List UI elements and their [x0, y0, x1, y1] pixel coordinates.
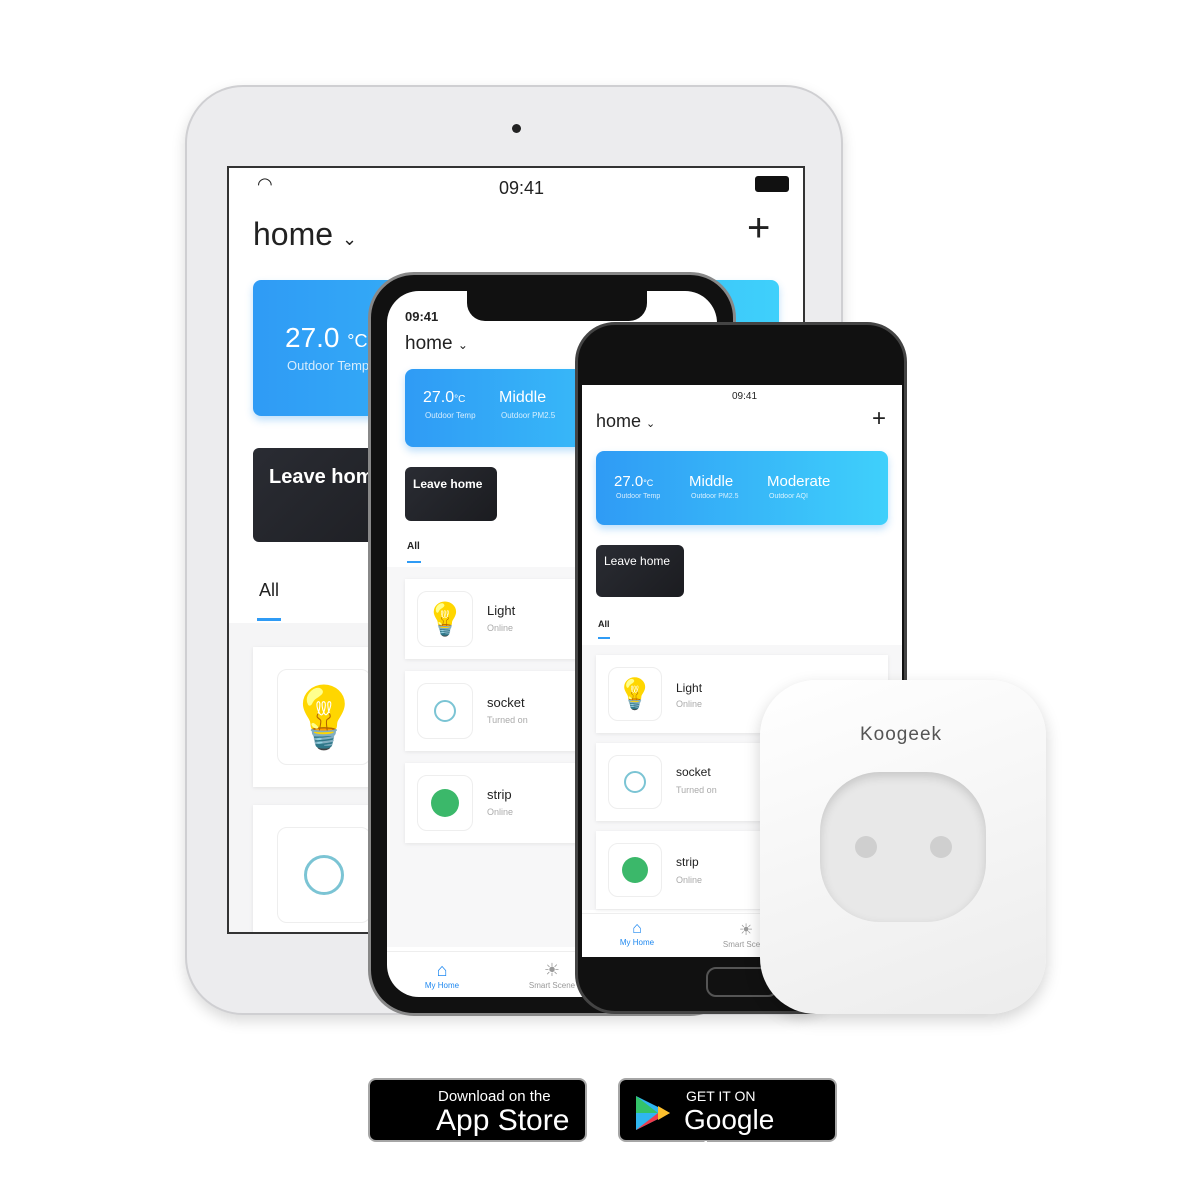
home-label: home — [405, 333, 453, 354]
plus-icon[interactable]: + — [872, 405, 886, 433]
badge-small-text: GET IT ON — [686, 1088, 756, 1104]
scene-leave-home[interactable]: Leave home — [405, 467, 497, 521]
home-selector[interactable]: home ⌄ — [405, 333, 468, 355]
pm25-value: Middle — [499, 389, 547, 406]
pm25-value: Middle — [689, 473, 734, 490]
socket-icon — [417, 683, 473, 739]
tab-my-home[interactable]: ⌂ My Home — [602, 920, 672, 947]
status-time: 09:41 — [405, 309, 439, 324]
wifi-icon: ◠ — [257, 174, 273, 194]
notch — [467, 291, 647, 321]
device-name: strip — [487, 787, 512, 802]
app-store-badge[interactable]: Download on the App Store — [368, 1078, 587, 1142]
pm25-label: Outdoor PM2.5 — [691, 493, 739, 500]
chevron-down-icon: ⌄ — [457, 338, 468, 352]
home-label: home — [596, 411, 642, 431]
strip-icon — [608, 843, 662, 897]
google-play-badge[interactable]: GET IT ON Google Play — [618, 1078, 837, 1167]
device-name: socket — [487, 695, 525, 710]
home-label: home — [253, 216, 334, 252]
device-status: Turned on — [487, 715, 528, 725]
chevron-down-icon: ⌄ — [341, 229, 358, 249]
device-name: Light — [676, 681, 703, 695]
tab-label: My Home — [424, 981, 460, 990]
scene-leave-home[interactable]: Leave home — [596, 545, 684, 597]
socket-face — [820, 772, 986, 922]
smart-plug: Koogeek — [760, 680, 1046, 1014]
aqi-label: Outdoor AQI — [769, 493, 808, 500]
battery-icon — [755, 176, 789, 192]
device-name: socket — [676, 765, 711, 779]
tab-indicator — [598, 637, 610, 639]
house-icon: ⌂ — [632, 920, 642, 937]
temp-unit: °C — [454, 394, 466, 405]
play-icon — [636, 1096, 670, 1130]
tab-all[interactable]: All — [259, 580, 279, 601]
badge-big-text: Google Play — [684, 1104, 775, 1167]
home-selector[interactable]: home ⌄ — [253, 216, 357, 253]
tab-my-home[interactable]: ⌂ My Home — [407, 960, 477, 990]
temp-label: Outdoor Temp — [287, 358, 370, 373]
badge-small-text: Download on the — [438, 1088, 551, 1105]
socket-icon — [608, 755, 662, 809]
badge-big-text: App Store — [436, 1104, 570, 1137]
tab-label: My Home — [619, 938, 655, 947]
device-status: Online — [676, 699, 703, 709]
bulb-icon: 💡 — [277, 669, 371, 765]
camera — [512, 124, 521, 133]
bulb-icon: 💡 — [417, 591, 473, 647]
socket-hole — [930, 836, 952, 858]
device-name: Light — [487, 603, 516, 618]
device-status: Turned on — [676, 785, 717, 795]
device-status: Online — [487, 623, 514, 633]
socket-hole — [855, 836, 877, 858]
tab-label: Smart Scene — [528, 981, 576, 990]
weather-card: 27.0°C Outdoor Temp Middle Outdoor PM2.5… — [596, 451, 888, 525]
temp-label: Outdoor Temp — [425, 411, 476, 420]
tab-indicator — [257, 618, 281, 621]
device-status: Online — [676, 875, 703, 885]
strip-icon — [417, 775, 473, 831]
pm25-label: Outdoor PM2.5 — [501, 411, 556, 420]
house-icon: ⌂ — [436, 960, 448, 980]
tab-all[interactable]: All — [598, 619, 610, 629]
chevron-down-icon: ⌄ — [646, 418, 656, 430]
device-status: Online — [487, 807, 514, 817]
device-name: strip — [676, 855, 699, 869]
brand-logo: Koogeek — [860, 724, 943, 745]
temp-unit: °C — [643, 478, 654, 488]
status-time: 09:41 — [499, 178, 545, 198]
temp-label: Outdoor Temp — [616, 493, 661, 500]
tab-all[interactable]: All — [407, 541, 420, 552]
bulb-icon: 💡 — [608, 667, 662, 721]
aqi-value: Moderate — [767, 473, 831, 490]
temp-value: 27.0 — [285, 322, 340, 353]
temp-value: 27.0 — [614, 473, 644, 490]
temp-value: 27.0 — [423, 389, 455, 406]
plus-icon[interactable]: + — [747, 206, 770, 251]
home-selector[interactable]: home ⌄ — [596, 411, 655, 432]
socket-icon — [277, 827, 371, 923]
temp-unit: °C — [347, 331, 368, 351]
status-time: 09:41 — [732, 391, 758, 402]
tab-indicator — [407, 561, 421, 563]
